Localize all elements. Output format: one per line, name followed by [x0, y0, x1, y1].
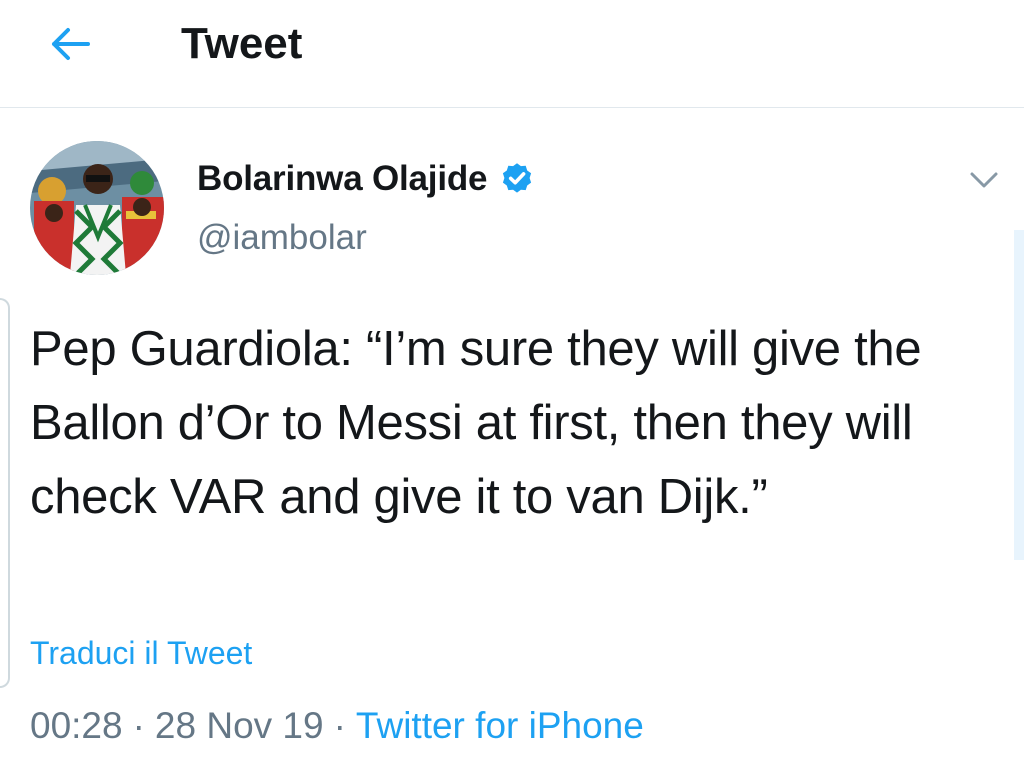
separator: ·: [132, 705, 145, 746]
author-name: Bolarinwa Olajide: [197, 159, 488, 198]
verified-badge-icon: [499, 161, 535, 197]
tweet-date: 28 Nov 19: [154, 705, 324, 746]
author-handle[interactable]: @iambolar: [197, 218, 367, 258]
tweet-metadata: 00:28 · 28 Nov 19 · Twitter for iPhone: [30, 705, 644, 747]
top-bar: Tweet: [0, 0, 1024, 108]
author-name-link[interactable]: Bolarinwa Olajide: [197, 154, 535, 204]
separator: ·: [333, 705, 346, 746]
avatar[interactable]: [30, 141, 164, 275]
arrow-left-icon: [52, 28, 90, 60]
scroll-indicator: [1014, 230, 1024, 560]
tweet-detail-page: Tweet Bolarinwa Olajide @iambolar Pep Gu…: [0, 0, 1024, 768]
tweet-time: 00:28: [30, 705, 123, 746]
translate-tweet-link[interactable]: Traduci il Tweet: [30, 635, 252, 672]
chevron-down-icon: [970, 172, 998, 188]
back-button[interactable]: [40, 18, 100, 70]
avatar-photo: [30, 141, 164, 275]
tweet-text: Pep Guardiola: “I’m sure they will give …: [30, 322, 935, 524]
page-title: Tweet: [181, 19, 303, 68]
edge-divider: [0, 298, 10, 688]
tweet-source-link[interactable]: Twitter for iPhone: [356, 705, 644, 746]
tweet-menu-button[interactable]: [960, 160, 1008, 200]
